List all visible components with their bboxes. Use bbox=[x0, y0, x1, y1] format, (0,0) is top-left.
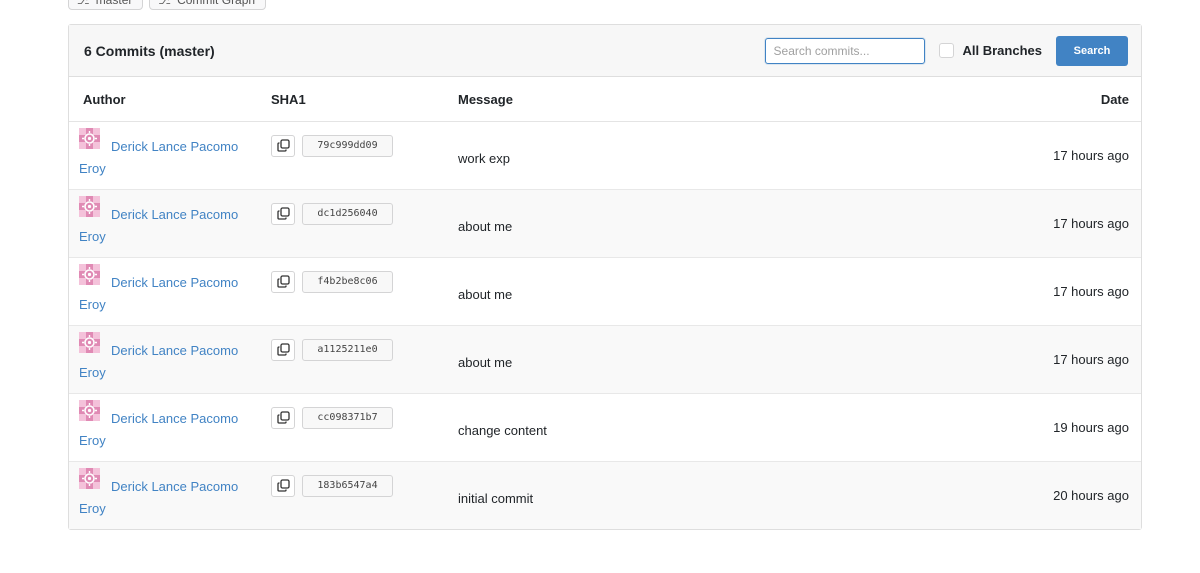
sha-link[interactable]: f4b2be8c06 bbox=[302, 270, 393, 293]
author-cell: Derick Lance Pacomo Eroy bbox=[69, 394, 271, 461]
author-link[interactable]: Derick Lance Pacomo Eroy bbox=[79, 204, 249, 248]
commit-rows: Derick Lance Pacomo Eroy 79c999dd09 work… bbox=[69, 122, 1141, 530]
copy-icon bbox=[276, 207, 290, 220]
commit-row: Derick Lance Pacomo Eroy 183b6547a4 init… bbox=[69, 461, 1141, 530]
sha-link[interactable]: cc098371b7 bbox=[302, 406, 393, 429]
author-column-header: Author bbox=[69, 77, 271, 122]
commit-message[interactable]: work exp bbox=[458, 122, 801, 190]
author-cell: Derick Lance Pacomo Eroy bbox=[69, 462, 271, 529]
commits-title: 6 Commits (master) bbox=[84, 42, 215, 59]
commit-message[interactable]: about me bbox=[458, 326, 801, 394]
all-branches-checkbox[interactable] bbox=[938, 43, 954, 58]
commit-date: 17 hours ago bbox=[1053, 215, 1129, 231]
copy-sha-button[interactable] bbox=[271, 474, 295, 497]
commit-message[interactable]: change content bbox=[458, 394, 801, 462]
commit-graph-button-label: Commit Graph bbox=[177, 0, 256, 7]
date-column-header: Date bbox=[801, 77, 1141, 122]
sha-link[interactable]: 183b6547a4 bbox=[302, 474, 393, 497]
author-link[interactable]: Derick Lance Pacomo Eroy bbox=[79, 476, 249, 520]
copy-icon bbox=[276, 139, 290, 152]
author-cell: Derick Lance Pacomo Eroy bbox=[69, 258, 271, 325]
commits-header: 6 Commits (master) All Branches Search bbox=[69, 25, 1141, 77]
author-cell: Derick Lance Pacomo Eroy bbox=[69, 122, 271, 189]
commit-row: Derick Lance Pacomo Eroy 79c999dd09 work… bbox=[69, 122, 1141, 190]
commit-date: 20 hours ago bbox=[1053, 487, 1129, 503]
sha-link[interactable]: dc1d256040 bbox=[302, 202, 393, 225]
search-button[interactable]: Search bbox=[1056, 35, 1128, 66]
sha-link[interactable]: 79c999dd09 bbox=[302, 134, 393, 157]
commit-date: 17 hours ago bbox=[1053, 351, 1129, 367]
commit-row: Derick Lance Pacomo Eroy a1125211e0 abou… bbox=[69, 325, 1141, 394]
commit-date: 17 hours ago bbox=[1053, 283, 1129, 299]
top-button-bar: ⎇ master ⎇ Commit Graph bbox=[68, 0, 267, 10]
commit-message[interactable]: about me bbox=[458, 190, 801, 258]
sha-link[interactable]: a1125211e0 bbox=[302, 338, 393, 361]
author-link[interactable]: Derick Lance Pacomo Eroy bbox=[79, 136, 249, 180]
copy-sha-button[interactable] bbox=[271, 270, 295, 293]
all-branches-label[interactable]: All Branches bbox=[963, 43, 1042, 58]
sha-column-header: SHA1 bbox=[271, 77, 458, 122]
branch-dropdown-button[interactable]: ⎇ master bbox=[68, 0, 144, 10]
commit-row: Derick Lance Pacomo Eroy dc1d256040 abou… bbox=[69, 189, 1141, 258]
author-link[interactable]: Derick Lance Pacomo Eroy bbox=[79, 272, 249, 316]
copy-icon bbox=[276, 343, 290, 356]
commit-message[interactable]: initial commit bbox=[458, 462, 801, 530]
commit-graph-button[interactable]: ⎇ Commit Graph bbox=[149, 0, 267, 10]
copy-sha-button[interactable] bbox=[271, 338, 295, 361]
copy-sha-button[interactable] bbox=[271, 202, 295, 225]
commit-row: Derick Lance Pacomo Eroy f4b2be8c06 abou… bbox=[69, 258, 1141, 326]
author-cell: Derick Lance Pacomo Eroy bbox=[69, 190, 271, 257]
commits-panel: 6 Commits (master) All Branches Search A… bbox=[68, 24, 1142, 530]
copy-icon bbox=[276, 411, 290, 424]
all-branches-toggle[interactable]: All Branches bbox=[938, 43, 1042, 58]
commit-message[interactable]: about me bbox=[458, 258, 801, 326]
copy-sha-button[interactable] bbox=[271, 406, 295, 429]
branch-icon: ⎇ bbox=[77, 0, 90, 7]
search-commits-input[interactable] bbox=[764, 37, 925, 64]
commit-date: 17 hours ago bbox=[1053, 147, 1129, 163]
commit-date: 19 hours ago bbox=[1053, 419, 1129, 435]
commit-row: Derick Lance Pacomo Eroy cc098371b7 chan… bbox=[69, 394, 1141, 462]
copy-icon bbox=[276, 275, 290, 288]
author-cell: Derick Lance Pacomo Eroy bbox=[69, 326, 271, 393]
author-link[interactable]: Derick Lance Pacomo Eroy bbox=[79, 340, 249, 384]
copy-icon bbox=[276, 479, 290, 492]
table-header-row: Author SHA1 Message Date bbox=[69, 77, 1141, 122]
author-link[interactable]: Derick Lance Pacomo Eroy bbox=[79, 408, 249, 452]
branch-icon: ⎇ bbox=[158, 0, 172, 7]
commits-table: Author SHA1 Message Date Derick Lance Pa… bbox=[69, 77, 1141, 529]
copy-sha-button[interactable] bbox=[271, 134, 295, 157]
message-column-header: Message bbox=[458, 77, 802, 122]
branch-button-label: master bbox=[95, 0, 133, 7]
